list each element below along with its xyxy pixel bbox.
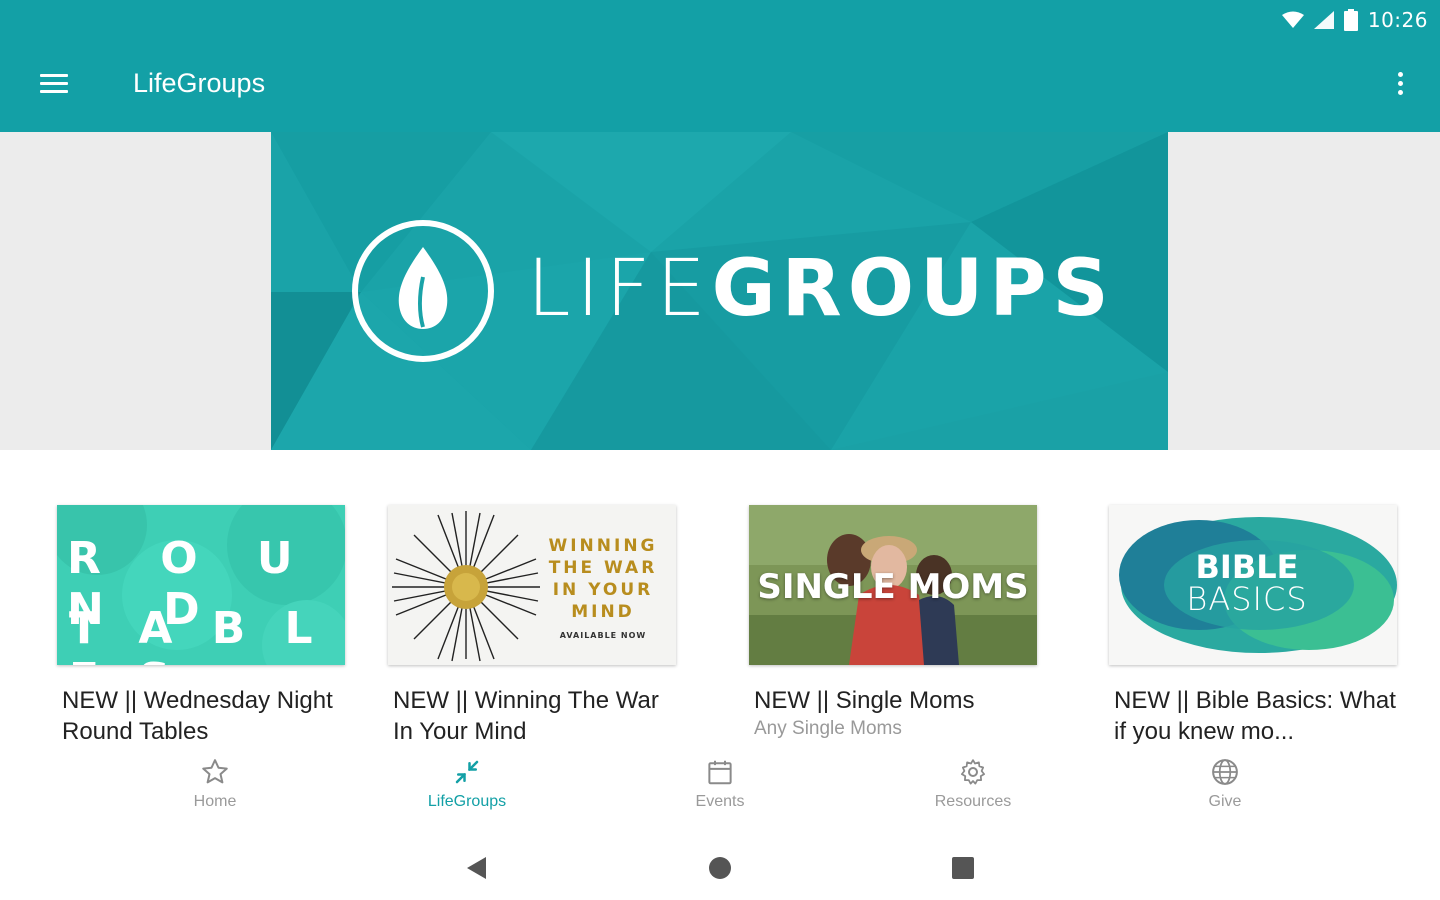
more-vert-icon — [1398, 72, 1403, 77]
star-icon — [202, 759, 228, 784]
banner-title-light: LIFE — [527, 244, 712, 334]
card-thumbnail: R O U N D T A B L E S — [57, 505, 345, 665]
menu-icon-bar — [40, 90, 68, 93]
nav-label: Give — [1208, 793, 1242, 810]
signal-icon — [1313, 11, 1334, 29]
thumb-text-line2: BASICS — [1186, 580, 1308, 618]
thumb-text-line1: SINGLE MOMS — [757, 567, 1029, 607]
home-circle-icon[interactable] — [703, 851, 737, 885]
card-winning-the-war[interactable]: WINNING THE WAR IN YOUR MIND AVAILABLE N… — [388, 505, 688, 747]
card-round-tables[interactable]: R O U N D T A B L E S NEW || Wednesday N… — [57, 505, 357, 747]
wifi-icon — [1281, 11, 1304, 28]
battery-icon — [1343, 9, 1358, 31]
more-vert-icon-dot — [1398, 81, 1403, 86]
bottom-navigation: Home LifeGroups Events Resources Give — [0, 745, 1440, 835]
menu-icon-bar — [40, 82, 68, 85]
app-top-bar: 10:26 LifeGroups — [0, 0, 1440, 132]
card-title: NEW || Winning The War In Your Mind — [393, 687, 659, 745]
more-vert-icon-dot — [1398, 90, 1403, 95]
nav-give[interactable]: Give — [1150, 757, 1300, 811]
globe-icon — [1212, 759, 1238, 785]
banner-title-bold: GROUPS — [711, 244, 1115, 334]
back-triangle-icon[interactable] — [460, 851, 494, 885]
card-bible-basics[interactable]: BIBLE BASICS NEW || Bible Basics: What i… — [1109, 505, 1409, 747]
card-thumbnail: BIBLE BASICS — [1109, 505, 1397, 665]
nav-events[interactable]: Events — [645, 757, 795, 811]
status-bar: 10:26 — [1281, 6, 1428, 34]
banner-title: LIFEGROUPS — [527, 250, 1115, 328]
thumb-text-line3: IN YOUR — [552, 580, 654, 600]
thumb-text-line1: BIBLE — [1195, 548, 1299, 586]
card-single-moms[interactable]: SINGLE MOMS NEW || Single Moms Any Singl… — [749, 505, 1049, 740]
card-thumbnail: SINGLE MOMS — [749, 505, 1037, 665]
thumb-text-line2: T A B L E S — [69, 603, 325, 665]
calendar-icon — [708, 760, 732, 785]
lifegroups-banner: LIFEGROUPS — [271, 132, 1168, 450]
gear-icon — [961, 759, 985, 785]
flame-logo-icon — [352, 220, 494, 362]
recents-square-icon[interactable] — [946, 851, 980, 885]
thumb-text-line5: AVAILABLE NOW — [559, 631, 647, 640]
more-options-button[interactable] — [1386, 64, 1414, 104]
nav-resources[interactable]: Resources — [898, 757, 1048, 811]
collapse-arrows-icon — [455, 760, 479, 784]
thumb-text-line2: THE WAR — [548, 558, 658, 578]
thumb-text-line1: WINNING — [548, 536, 658, 556]
starburst-icon — [392, 511, 540, 662]
card-title: NEW || Bible Basics: What if you knew mo… — [1114, 687, 1396, 745]
menu-icon — [40, 74, 68, 77]
nav-label: Resources — [934, 793, 1012, 810]
nav-label: LifeGroups — [427, 793, 507, 810]
system-navigation-bar — [0, 835, 1440, 900]
card-title: NEW || Single Moms — [754, 687, 975, 714]
nav-label: Events — [695, 793, 745, 810]
nav-label: Home — [193, 793, 237, 810]
card-title: NEW || Wednesday Night Round Tables — [62, 687, 333, 745]
thumb-text-line4: MIND — [571, 602, 635, 622]
menu-button[interactable] — [28, 62, 80, 106]
nav-home[interactable]: Home — [140, 757, 290, 811]
thumb-title: WINNING THE WAR IN YOUR MIND AVAILABLE N… — [538, 535, 668, 647]
nav-lifegroups[interactable]: LifeGroups — [392, 757, 542, 811]
thumb-title: BIBLE BASICS — [1109, 551, 1385, 615]
card-subtitle: Any Single Moms — [754, 718, 902, 739]
lifegroup-cards: R O U N D T A B L E S NEW || Wednesday N… — [0, 505, 1440, 745]
status-time: 10:26 — [1367, 8, 1428, 32]
app-title: LifeGroups — [133, 68, 266, 98]
card-thumbnail: WINNING THE WAR IN YOUR MIND AVAILABLE N… — [388, 505, 676, 665]
